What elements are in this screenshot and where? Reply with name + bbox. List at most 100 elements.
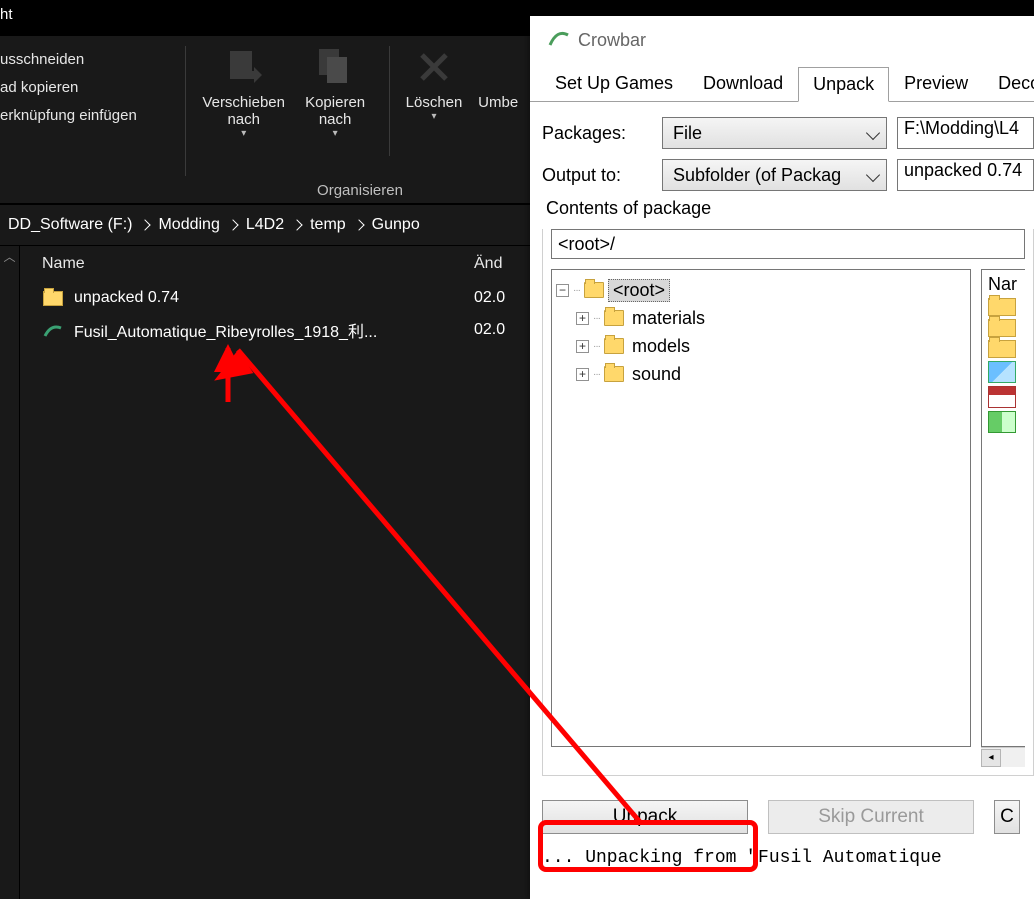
output-label: Output to: <box>542 165 652 186</box>
ribbon-move-to[interactable]: Verschieben nach ▾ <box>202 46 285 139</box>
other-button[interactable]: C <box>994 800 1020 834</box>
column-name[interactable]: Name <box>20 255 474 273</box>
file-list-header[interactable]: Name Änd <box>20 246 530 282</box>
crowbar-title-text: Crowbar <box>578 30 646 51</box>
file-date: 02.0 <box>474 289 530 307</box>
tree-connector: ··· <box>573 285 580 296</box>
crumb-drive[interactable]: DD_Software (F:) <box>0 216 140 234</box>
dropdown-caret-icon: ▾ <box>333 128 338 139</box>
ribbon-separator <box>185 46 186 176</box>
nav-pane-collapsed[interactable]: ︿ <box>0 246 20 899</box>
packages-dropdown-value: File <box>673 123 702 144</box>
ribbon-rename[interactable]: Umbe <box>474 46 522 111</box>
crowbar-window: Crowbar Set Up Games Download Unpack Pre… <box>530 16 1034 899</box>
contents-preview-panel[interactable]: Nar <box>981 269 1025 747</box>
tree-child-row[interactable]: + ··· sound <box>556 360 966 388</box>
folder-icon <box>988 298 1016 316</box>
file-name: unpacked 0.74 <box>74 289 474 307</box>
explorer-ribbon: usschneiden ad kopieren erknüpfung einfü… <box>0 36 530 204</box>
preview-header: Nar <box>988 274 1025 295</box>
folder-icon <box>584 282 604 298</box>
image-thumb-icon <box>988 411 1016 433</box>
delete-label: Löschen <box>406 94 463 111</box>
ribbon-group-clipboard: usschneiden ad kopieren erknüpfung einfü… <box>0 36 181 203</box>
file-explorer-window: ht usschneiden ad kopieren erknüpfung ei… <box>0 0 530 899</box>
crowbar-tabs: Set Up Games Download Unpack Preview Dec… <box>530 64 1034 102</box>
crumb-temp[interactable]: temp <box>302 216 354 234</box>
packages-dropdown[interactable]: File <box>662 117 887 149</box>
move-to-label: Verschieben nach <box>202 94 285 128</box>
rename-icon <box>477 46 519 88</box>
folder-icon <box>604 338 624 354</box>
chevron-up-icon: ︿ <box>3 248 15 265</box>
delete-icon <box>413 46 455 88</box>
tab-download[interactable]: Download <box>688 66 798 101</box>
expand-icon[interactable]: + <box>576 312 589 325</box>
ribbon-group-organize: Verschieben nach ▾ Kopieren nach ▾ Lösch… <box>190 36 530 203</box>
output-dropdown-value: Subfolder (of Packag <box>673 165 841 186</box>
tab-setup-games[interactable]: Set Up Games <box>540 66 688 101</box>
skip-current-button[interactable]: Skip Current <box>768 800 974 834</box>
tree-label-sound: sound <box>628 364 685 385</box>
tree-label-materials: materials <box>628 308 709 329</box>
dropdown-caret-icon: ▾ <box>241 128 246 139</box>
crumb-modding[interactable]: Modding <box>150 216 227 234</box>
crowbar-app-icon <box>548 27 570 54</box>
explorer-title-text: ht <box>0 6 13 23</box>
file-list-area: ︿ Name Änd unpacked 0.74 02.0 Fusil_Auto… <box>0 246 530 899</box>
ribbon-delete[interactable]: Löschen ▾ <box>402 46 467 122</box>
explorer-title-bar: ht <box>0 0 530 36</box>
column-date[interactable]: Änd <box>474 255 530 273</box>
output-folder-input[interactable]: unpacked 0.74 <box>897 159 1034 191</box>
contents-path-bar[interactable]: <root>/ <box>551 229 1025 259</box>
chevron-right-icon <box>140 219 151 230</box>
file-date: 02.0 <box>474 321 530 339</box>
file-list[interactable]: Name Änd unpacked 0.74 02.0 Fusil_Automa… <box>20 246 530 899</box>
rename-label: Umbe <box>478 94 518 111</box>
contents-group: <root>/ − ··· <root> + ··· materials + ·… <box>542 229 1034 776</box>
unpack-button[interactable]: Unpack <box>542 800 748 834</box>
dropdown-caret-icon: ▾ <box>431 111 436 122</box>
folder-icon <box>42 287 64 309</box>
horizontal-scrollbar[interactable]: ◂ <box>981 747 1025 767</box>
chevron-right-icon <box>353 219 364 230</box>
packages-label: Packages: <box>542 123 652 144</box>
tree-root-row[interactable]: − ··· <root> <box>556 276 966 304</box>
output-dropdown[interactable]: Subfolder (of Packag <box>662 159 887 191</box>
tab-preview[interactable]: Preview <box>889 66 983 101</box>
tab-decompile[interactable]: Decor <box>983 66 1034 101</box>
tree-connector: ··· <box>593 341 600 352</box>
expand-icon[interactable]: + <box>576 368 589 381</box>
tree-child-row[interactable]: + ··· models <box>556 332 966 360</box>
tree-root-label: <root> <box>608 279 670 302</box>
contents-tree[interactable]: − ··· <root> + ··· materials + ··· model… <box>551 269 971 747</box>
folder-icon <box>604 366 624 382</box>
scroll-left-icon[interactable]: ◂ <box>981 749 1001 767</box>
expand-icon[interactable]: + <box>576 340 589 353</box>
copy-to-label: Kopieren nach <box>293 94 376 128</box>
packages-path-input[interactable]: F:\Modding\L4 <box>897 117 1034 149</box>
crumb-l4d2[interactable]: L4D2 <box>238 216 292 234</box>
tab-unpack[interactable]: Unpack <box>798 67 889 102</box>
file-name: Fusil_Automatique_Ribeyrolles_1918_利... <box>74 318 474 342</box>
ribbon-cut[interactable]: usschneiden <box>0 46 173 74</box>
chevron-down-icon <box>866 126 880 140</box>
crumb-gunpo[interactable]: Gunpo <box>364 216 428 234</box>
ribbon-paste-link[interactable]: erknüpfung einfügen <box>0 102 173 130</box>
crowbar-title-bar[interactable]: Crowbar <box>530 16 1034 64</box>
ribbon-group-label: Organisieren <box>190 182 530 199</box>
file-row-vpk[interactable]: Fusil_Automatique_Ribeyrolles_1918_利... … <box>20 314 530 346</box>
ribbon-separator <box>389 46 390 156</box>
crowbar-file-icon <box>42 319 64 341</box>
collapse-icon[interactable]: − <box>556 284 569 297</box>
folder-icon <box>988 319 1016 337</box>
ribbon-copy-path[interactable]: ad kopieren <box>0 74 173 102</box>
tree-connector: ··· <box>593 313 600 324</box>
action-buttons: Unpack Skip Current C <box>530 776 1034 840</box>
move-to-icon <box>223 46 265 88</box>
ribbon-copy-to[interactable]: Kopieren nach ▾ <box>293 46 376 139</box>
breadcrumb[interactable]: DD_Software (F:) Modding L4D2 temp Gunpo <box>0 204 530 246</box>
chevron-right-icon <box>227 219 238 230</box>
tree-child-row[interactable]: + ··· materials <box>556 304 966 332</box>
file-row-folder[interactable]: unpacked 0.74 02.0 <box>20 282 530 314</box>
